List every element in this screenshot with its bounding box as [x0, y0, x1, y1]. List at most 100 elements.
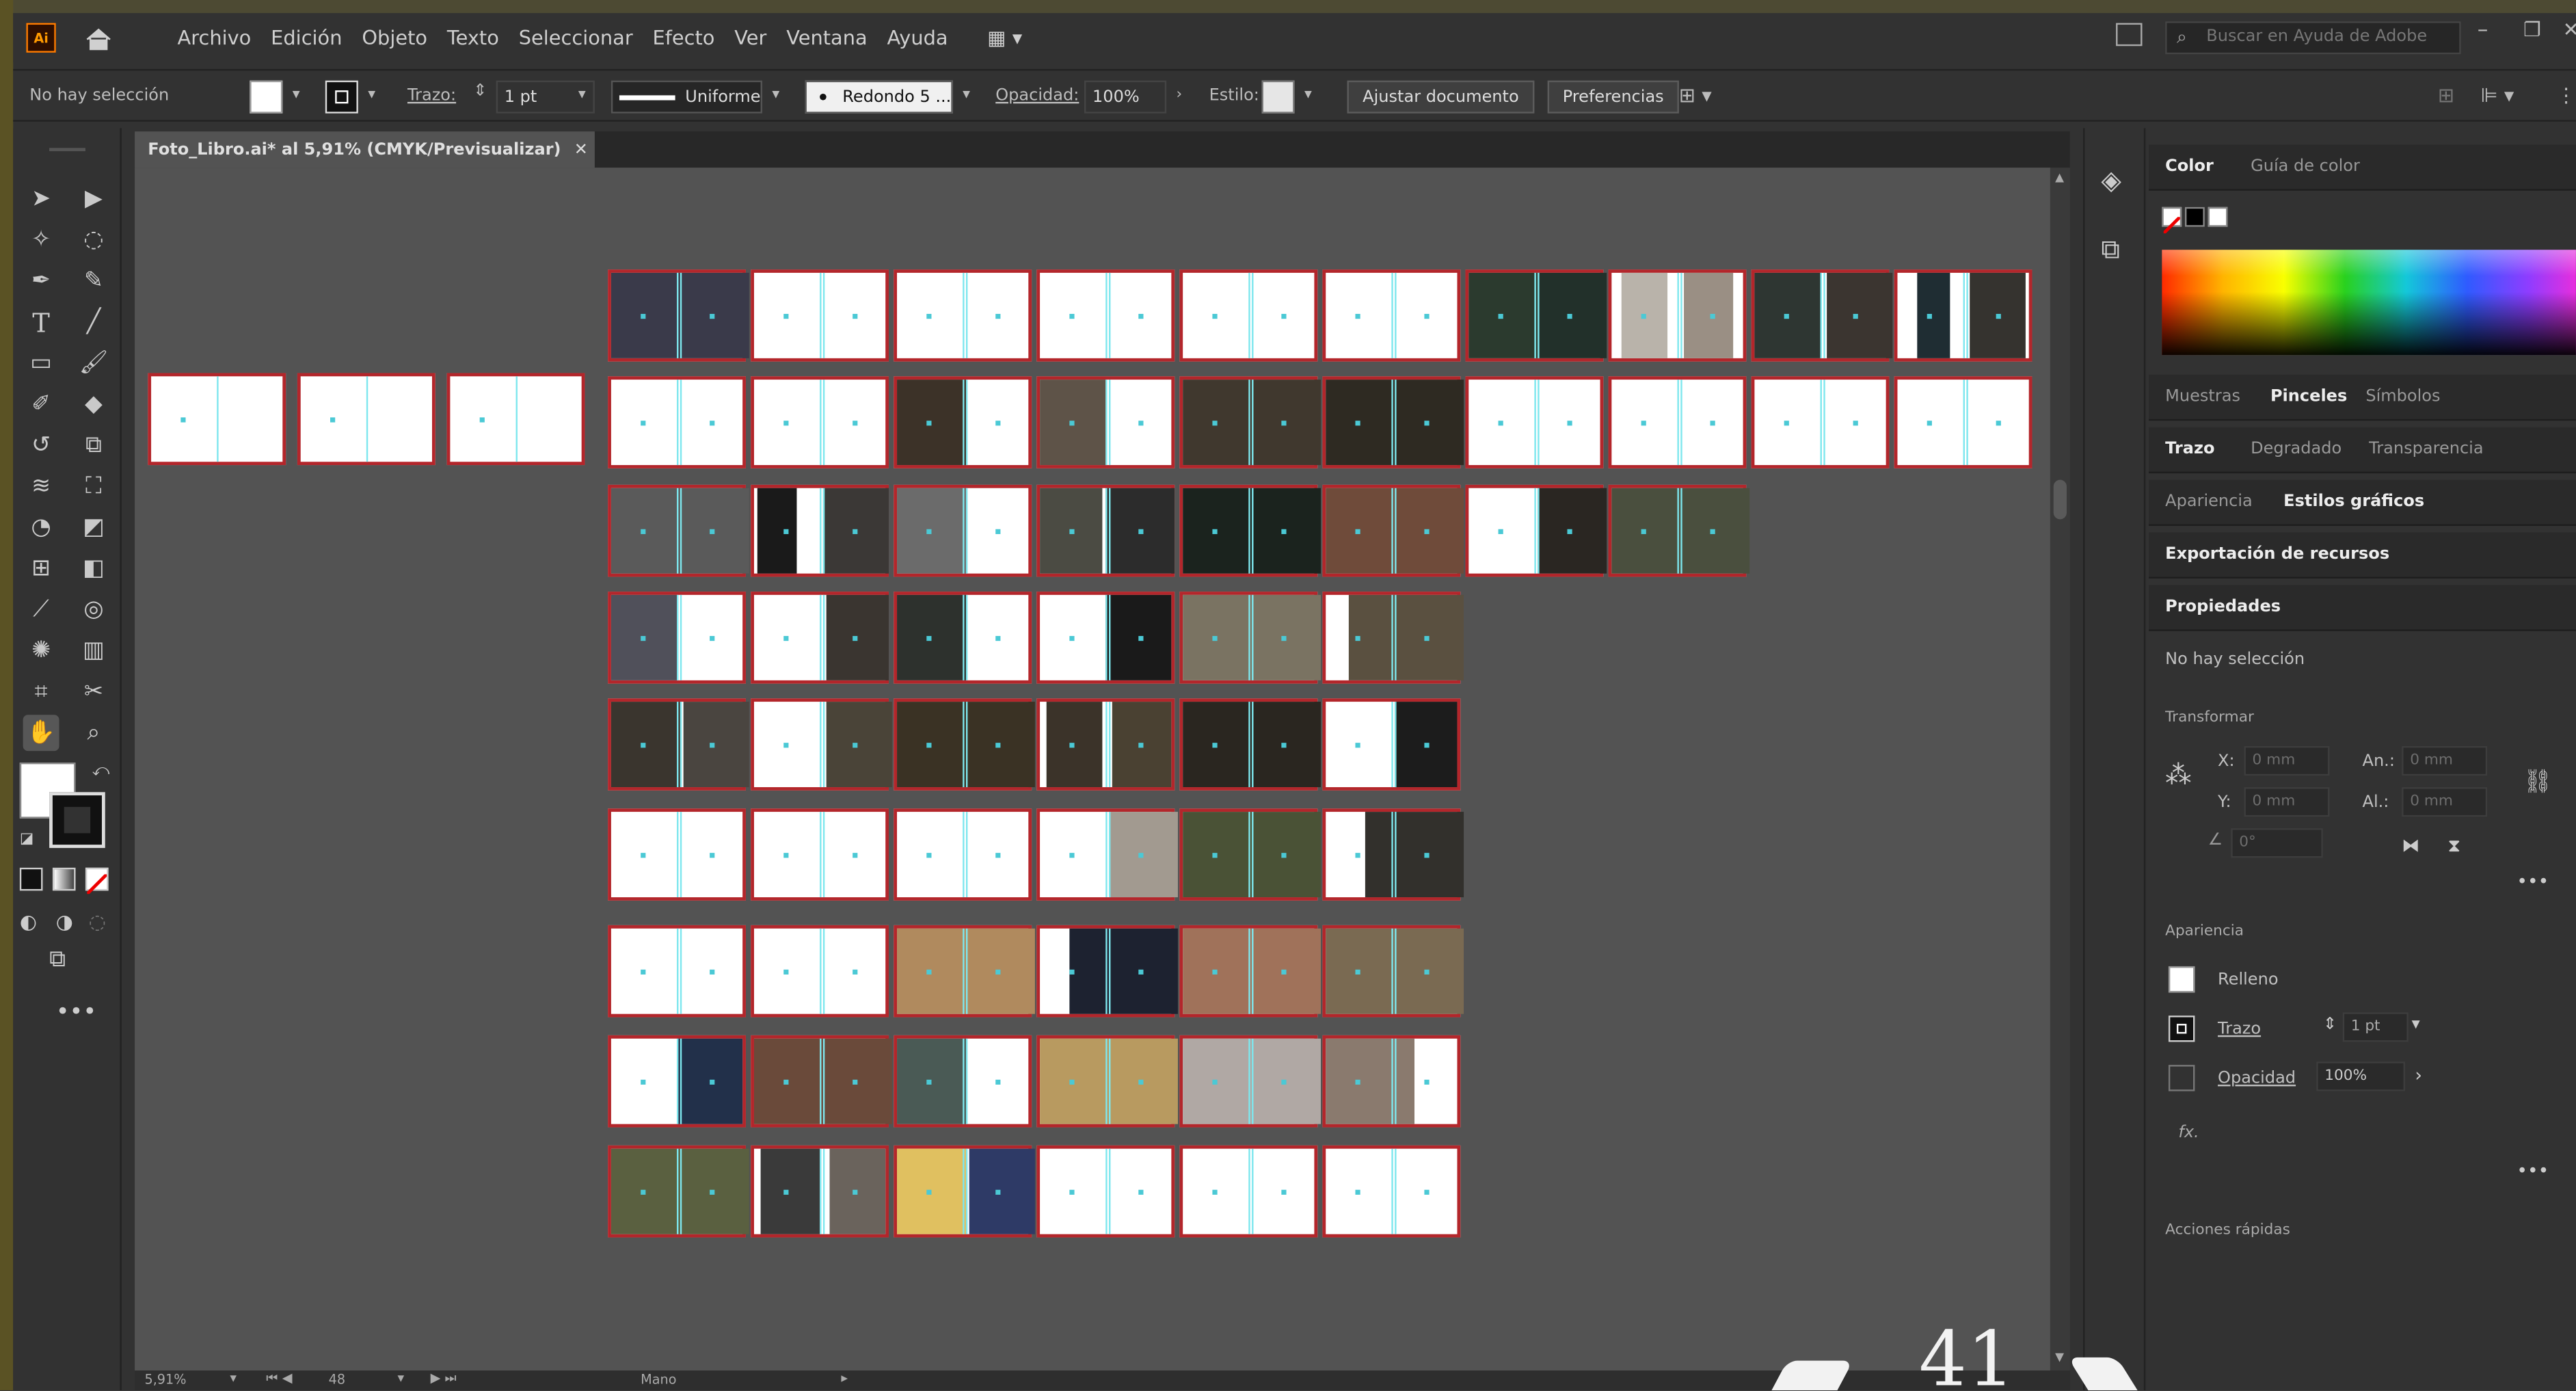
- artboard[interactable]: [1179, 484, 1321, 577]
- artboard[interactable]: [751, 592, 889, 684]
- artboard[interactable]: [1751, 376, 1890, 468]
- gradient-mode-icon[interactable]: [52, 867, 76, 891]
- align-icon[interactable]: ⊫ ▾: [2481, 84, 2514, 107]
- stepper-icon[interactable]: ⇕: [473, 82, 487, 100]
- artboard[interactable]: [1322, 484, 1464, 577]
- menu-efecto[interactable]: Efecto: [653, 26, 715, 49]
- artboard[interactable]: [1608, 484, 1750, 577]
- scroll-up-icon[interactable]: ▲: [2055, 171, 2064, 184]
- reference-point-icon[interactable]: ⁂: [2165, 759, 2191, 791]
- artboard[interactable]: [1179, 592, 1321, 684]
- vertical-scrollbar[interactable]: ▲ ▼: [2050, 168, 2070, 1371]
- document-tab[interactable]: Foto_Libro.ai* al 5,91% (CMYK/Previsuali…: [135, 131, 595, 168]
- artboard[interactable]: [1036, 698, 1175, 791]
- scroll-down-icon[interactable]: ▼: [2055, 1351, 2064, 1364]
- artboard[interactable]: [1322, 1035, 1461, 1128]
- none-mode-icon[interactable]: [85, 867, 109, 895]
- artboard-icon[interactable]: ⌗: [23, 674, 59, 710]
- close-icon[interactable]: ✕: [2563, 18, 2576, 41]
- artboard[interactable]: [894, 1145, 1035, 1238]
- x-field[interactable]: 0 mm: [2244, 745, 2330, 776]
- artboard[interactable]: [297, 373, 435, 466]
- scale-icon[interactable]: ⧉: [76, 427, 112, 464]
- artboard[interactable]: [751, 269, 889, 362]
- rotate-icon[interactable]: ↺: [23, 427, 59, 464]
- workspace-switcher-icon[interactable]: ▦ ▾: [987, 26, 1022, 49]
- flip-vertical-icon[interactable]: ⧗: [2447, 835, 2460, 858]
- chevron-right-icon[interactable]: ›: [2415, 1065, 2422, 1086]
- chevron-down-icon[interactable]: ▾: [2412, 1016, 2420, 1033]
- stroke-swatch[interactable]: [325, 80, 358, 114]
- hand-icon[interactable]: ✋: [23, 715, 59, 752]
- artboard[interactable]: [1322, 376, 1464, 468]
- tab-asset-export[interactable]: Exportación de recursos: [2165, 546, 2389, 564]
- artboard[interactable]: [1036, 808, 1178, 901]
- artboard[interactable]: [1465, 484, 1607, 577]
- artboard-nav-next-icon[interactable]: ▶ ⏭: [431, 1370, 457, 1387]
- fx-icon[interactable]: fx.: [2178, 1124, 2199, 1142]
- transform-icon[interactable]: ⊞: [2438, 84, 2454, 107]
- selection-tool-icon[interactable]: ➤: [23, 181, 59, 217]
- draw-inside-icon[interactable]: ◌: [89, 910, 106, 933]
- artboard[interactable]: [1465, 269, 1607, 362]
- white-swatch[interactable]: [2208, 207, 2228, 227]
- artboard[interactable]: [894, 484, 1032, 577]
- stroke-profile-select[interactable]: Uniforme: [611, 80, 762, 114]
- artboard-nav-first-icon[interactable]: ⏮ ◀: [266, 1370, 292, 1387]
- artboard[interactable]: [446, 373, 585, 466]
- arrange-icon[interactable]: ⊞ ▾: [1679, 84, 1712, 107]
- stroke-color-box[interactable]: [49, 792, 105, 848]
- blend-icon[interactable]: ◎: [76, 592, 112, 628]
- width-field[interactable]: 0 mm: [2402, 745, 2488, 776]
- artboard[interactable]: [608, 1145, 749, 1238]
- artboard[interactable]: [751, 1035, 892, 1128]
- artboard[interactable]: [1465, 376, 1604, 468]
- tab-properties[interactable]: Propiedades: [2165, 598, 2281, 616]
- tab-stroke[interactable]: Trazo: [2165, 440, 2214, 458]
- artboard[interactable]: [1179, 808, 1321, 901]
- artboard[interactable]: [1179, 269, 1318, 362]
- scrollbar-thumb[interactable]: [2053, 479, 2067, 520]
- artboard[interactable]: [751, 376, 889, 468]
- layers-icon[interactable]: ◈: [2101, 164, 2121, 196]
- restore-icon[interactable]: ❐: [2523, 18, 2541, 41]
- artboard[interactable]: [1322, 269, 1461, 362]
- artboard[interactable]: [1608, 269, 1747, 362]
- artboard[interactable]: [608, 808, 746, 901]
- search-input[interactable]: ⌕ Buscar en Ayuda de Adobe: [2165, 21, 2461, 55]
- default-colors-icon[interactable]: ◪: [20, 832, 33, 848]
- artboard[interactable]: [1036, 1035, 1178, 1128]
- artboard[interactable]: [894, 925, 1035, 1018]
- artboard[interactable]: [608, 376, 746, 468]
- opacity-label-panel[interactable]: Opacidad: [2218, 1070, 2296, 1087]
- menu-edicion[interactable]: Edición: [271, 26, 342, 49]
- artboard[interactable]: [1036, 376, 1175, 468]
- artboard[interactable]: [1036, 484, 1175, 577]
- pen-icon[interactable]: ✒: [23, 263, 59, 299]
- swap-colors-icon[interactable]: ⤺: [92, 763, 110, 780]
- tab-swatches[interactable]: Muestras: [2165, 388, 2240, 406]
- artboard[interactable]: [1036, 1145, 1175, 1238]
- artboard[interactable]: [1608, 376, 1747, 468]
- chevron-down-icon[interactable]: ▾: [293, 87, 300, 103]
- more-options-icon[interactable]: •••: [2517, 1161, 2549, 1182]
- type-icon[interactable]: T: [23, 304, 59, 341]
- black-swatch[interactable]: [2184, 207, 2205, 227]
- chevron-down-icon[interactable]: ▾: [578, 87, 586, 103]
- chevron-down-icon[interactable]: ▾: [963, 87, 970, 103]
- chevron-down-icon[interactable]: ▾: [1304, 87, 1312, 103]
- artboard-number[interactable]: 48: [329, 1373, 345, 1388]
- artboard[interactable]: [608, 698, 749, 791]
- eraser-icon[interactable]: ◆: [76, 386, 112, 423]
- artboard[interactable]: [1179, 1145, 1318, 1238]
- artboard[interactable]: [751, 808, 889, 901]
- stroke-weight-field-panel[interactable]: 1 pt: [2342, 1012, 2409, 1042]
- tab-transparency[interactable]: Transparencia: [2369, 440, 2483, 458]
- close-tab-icon[interactable]: ✕: [574, 140, 588, 158]
- eyedropper-icon[interactable]: ⟋: [23, 592, 59, 628]
- tab-color-guide[interactable]: Guía de color: [2251, 158, 2360, 176]
- artboard[interactable]: [1322, 925, 1464, 1018]
- tab-gradient[interactable]: Degradado: [2251, 440, 2342, 458]
- artboard[interactable]: [1322, 592, 1464, 684]
- artboard[interactable]: [1036, 592, 1175, 684]
